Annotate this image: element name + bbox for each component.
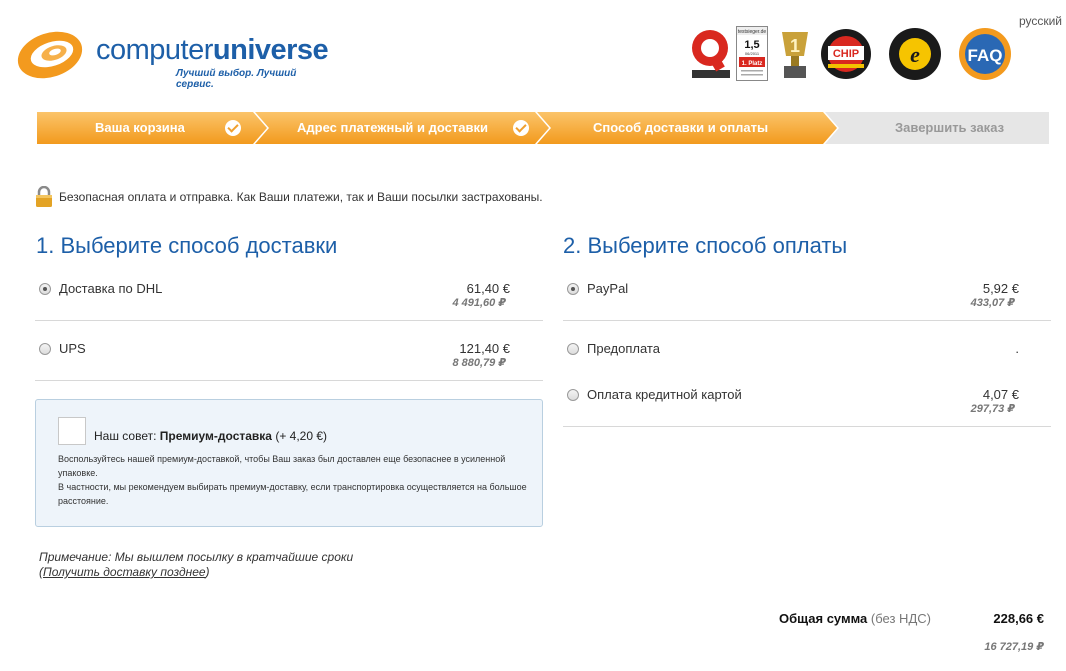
radio-paypal[interactable]	[567, 283, 579, 295]
tip-body: Воспользуйтесь нашей премиум-доставкой, …	[58, 454, 527, 506]
total-value-rub: 16 727,19 ₽	[984, 641, 1044, 653]
payment-title: 2. Выберите способ оплаты	[563, 233, 848, 258]
check-icon	[225, 120, 241, 136]
delivery-option-price-rub: 4 491,60 ₽	[452, 297, 506, 309]
delivery-option-ups[interactable]: UPS 121,40 € 8 880,79 ₽	[35, 341, 543, 381]
svg-text:CHIP: CHIP	[833, 48, 859, 60]
premium-delivery-checkbox[interactable]	[58, 417, 86, 445]
logo-slogan: Лучший выбор. Лучший сервис.	[176, 68, 297, 90]
later-delivery-link[interactable]: Получить доставку позднее	[43, 565, 206, 579]
step-address[interactable]: Адрес платежный и доставки	[255, 112, 549, 144]
shipping-note: Примечание: Мы вышлем посылку в кратчайш…	[39, 550, 354, 579]
payment-option-price-rub: 433,07 ₽	[970, 297, 1015, 309]
trusted-shops-icon[interactable]: e	[888, 26, 942, 82]
step-finish-label: Завершить заказ	[895, 120, 1005, 135]
svg-text:1,5: 1,5	[744, 39, 759, 51]
svg-text:FAQ: FAQ	[968, 46, 1003, 65]
total-label: Общая сумма (без НДС)	[779, 611, 931, 626]
security-note-text: Безопасная оплата и отправка. Как Ваши п…	[59, 190, 543, 204]
delivery-title: 1. Выберите способ доставки	[36, 233, 338, 258]
svg-text:1. Platz: 1. Platz	[742, 61, 763, 67]
payment-option-price: 4,07 €	[982, 387, 1019, 402]
payment-option-credit-card[interactable]: Оплата кредитной картой 4,07 € 297,73 ₽	[563, 387, 1051, 427]
radio-dhl[interactable]	[39, 283, 51, 295]
svg-text:testsieger.de: testsieger.de	[738, 29, 767, 35]
delivery-option-label: UPS	[59, 341, 86, 356]
step-cart[interactable]: Ваша корзина	[37, 112, 267, 144]
svg-text:1: 1	[790, 36, 800, 56]
q-award-icon[interactable]	[688, 26, 734, 82]
check-icon	[513, 120, 529, 136]
payment-option-paypal[interactable]: PayPal 5,92 € 433,07 ₽	[563, 281, 1051, 321]
chip-certificate-icon[interactable]: CHIP	[820, 26, 872, 82]
lock-icon	[36, 186, 52, 207]
testsieger-icon[interactable]: testsieger.de 1,5 06/2011 1. Platz	[736, 26, 768, 82]
step-address-label: Адрес платежный и доставки	[297, 120, 488, 135]
delivery-option-dhl[interactable]: Доставка по DHL 61,40 € 4 491,60 ₽	[35, 281, 543, 321]
tip-title: Наш совет: Премиум-доставка (+ 4,20 €)	[94, 429, 328, 443]
payment-option-price: .	[1015, 341, 1019, 356]
step-cart-label: Ваша корзина	[95, 120, 185, 135]
step-finish: Завершить заказ	[825, 112, 1049, 144]
order-total: Общая сумма (без НДС) 228,66 €	[744, 611, 1044, 631]
payment-option-price-rub: 297,73 ₽	[970, 403, 1015, 415]
payment-option-label: PayPal	[587, 281, 629, 296]
checkout-steps: Ваша корзина Адрес платежный и доставки …	[37, 112, 1049, 144]
logo-swirl-icon	[17, 31, 83, 79]
total-value: 228,66 €	[993, 611, 1044, 626]
delivery-option-label: Доставка по DHL	[59, 281, 163, 296]
trophy-icon[interactable]: 1	[776, 26, 814, 82]
logo-name: computeruniverse	[96, 34, 329, 66]
payment-option-label: Оплата кредитной картой	[587, 387, 742, 402]
delivery-option-price: 61,40 €	[466, 281, 510, 296]
step-shipping-payment-label: Способ доставки и оплаты	[593, 120, 769, 135]
radio-prepay[interactable]	[567, 343, 579, 355]
delivery-option-price-rub: 8 880,79 ₽	[452, 357, 506, 369]
logo[interactable]: computeruniverse Лучший выбор. Лучший се…	[14, 28, 329, 90]
payment-option-label: Предоплата	[587, 341, 660, 356]
faq-icon[interactable]: FAQ	[958, 26, 1012, 82]
language-selector[interactable]: русский	[1019, 14, 1062, 28]
step-shipping-payment[interactable]: Способ доставки и оплаты	[537, 112, 837, 144]
premium-delivery-tip: Наш совет: Премиум-доставка (+ 4,20 €) В…	[35, 399, 543, 527]
svg-text:e: e	[910, 42, 920, 67]
radio-credit-card[interactable]	[567, 389, 579, 401]
delivery-option-price: 121,40 €	[459, 341, 510, 356]
payment-option-price: 5,92 €	[982, 281, 1019, 296]
radio-ups[interactable]	[39, 343, 51, 355]
svg-text:06/2011: 06/2011	[745, 51, 760, 56]
security-note: Безопасная оплата и отправка. Как Ваши п…	[35, 186, 543, 208]
